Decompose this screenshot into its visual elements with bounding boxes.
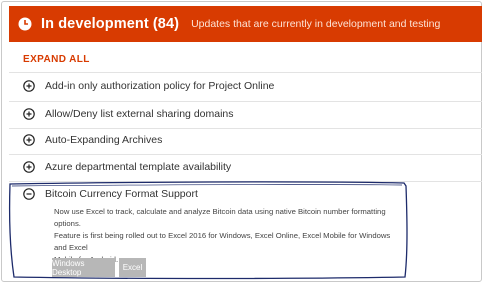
accordion-item-label: Add-in only authorization policy for Pro… (45, 80, 275, 92)
plus-circle-icon[interactable] (23, 134, 35, 146)
tag-windows-desktop[interactable]: Windows Desktop (52, 258, 115, 277)
divider (9, 72, 482, 73)
divider (9, 154, 482, 155)
expand-all-link[interactable]: EXPAND ALL (23, 54, 90, 65)
accordion-item-label: Auto-Expanding Archives (45, 134, 163, 146)
plus-circle-icon[interactable] (23, 161, 35, 173)
plus-circle-icon[interactable] (23, 108, 35, 120)
accordion-item-label: Allow/Deny list external sharing domains (45, 108, 234, 120)
accordion-item-label: Bitcoin Currency Format Support (45, 188, 198, 200)
description-line: Feature is first being rolled out to Exc… (54, 231, 391, 252)
minus-circle-icon[interactable] (23, 188, 35, 200)
accordion-item[interactable]: Auto-Expanding Archives (23, 134, 162, 146)
accordion-item-label: Azure departmental template availability (45, 161, 232, 173)
section-header: In development (84) Updates that are cur… (9, 6, 482, 42)
accordion-item[interactable]: Azure departmental template availability (23, 161, 231, 173)
accordion-item-expanded[interactable]: Bitcoin Currency Format Support (23, 188, 198, 200)
section-title: In development (84) (41, 16, 180, 32)
clock-icon (18, 17, 32, 31)
tag-excel[interactable]: Excel (119, 258, 146, 277)
item-description: Now use Excel to track, calculate and an… (54, 206, 394, 266)
divider (9, 181, 482, 182)
divider (9, 101, 482, 102)
accordion-item[interactable]: Allow/Deny list external sharing domains (23, 108, 234, 120)
description-line: Now use Excel to track, calculate and an… (54, 207, 386, 228)
plus-circle-icon[interactable] (23, 80, 35, 92)
divider (9, 128, 482, 129)
accordion-item[interactable]: Add-in only authorization policy for Pro… (23, 80, 274, 92)
section-subtitle: Updates that are currently in developmen… (191, 18, 441, 30)
